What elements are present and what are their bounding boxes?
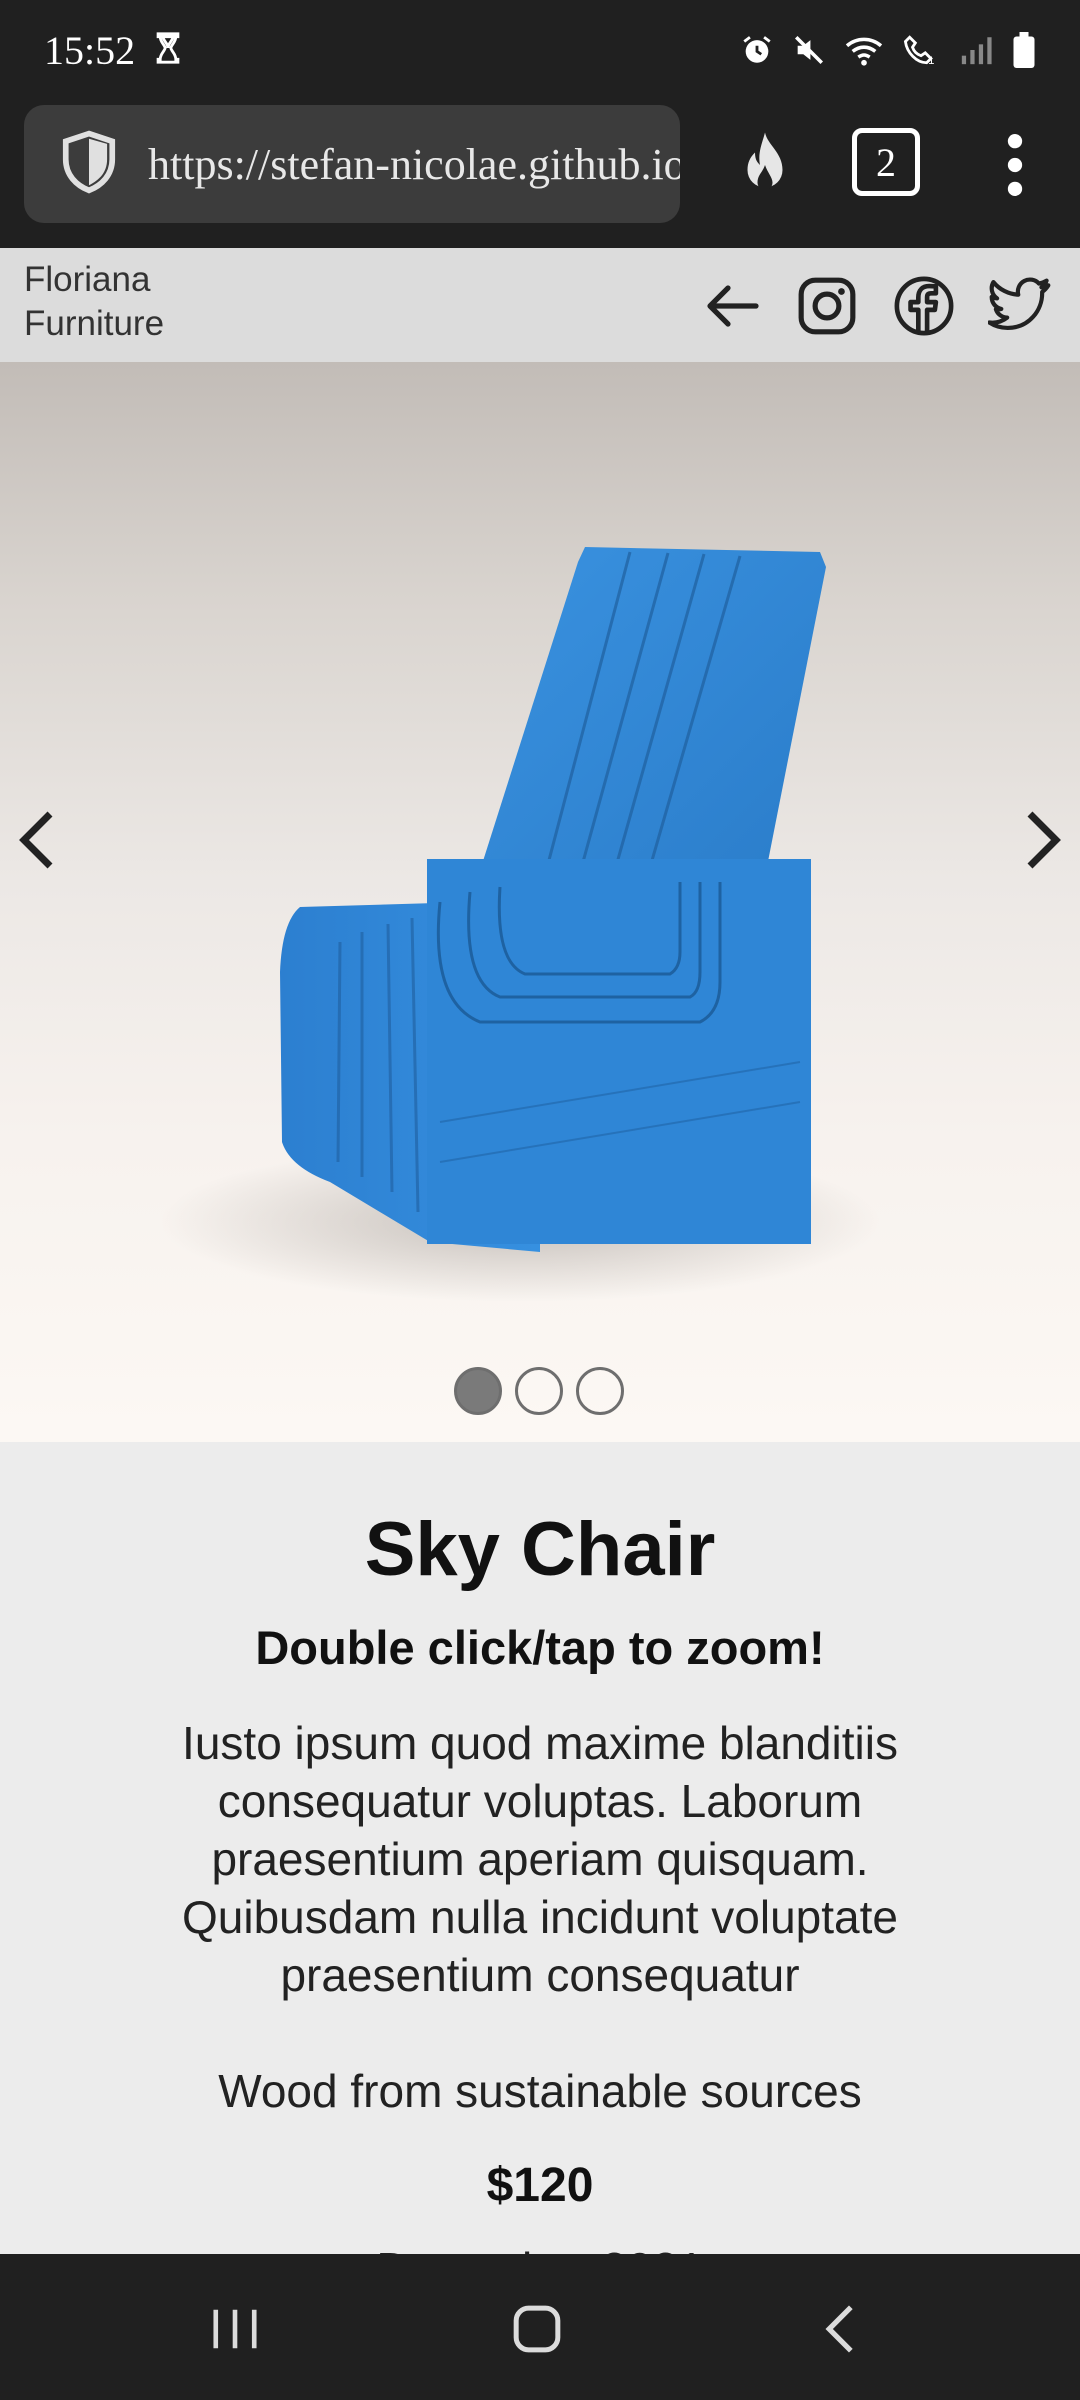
status-right: 1 [740, 32, 1036, 68]
carousel-next-button[interactable] [1014, 802, 1074, 882]
site-header: Floriana Furniture [0, 248, 1080, 362]
chair-backrest [470, 547, 826, 902]
chevron-right-icon[interactable] [1024, 808, 1064, 877]
url-text[interactable]: https://stefan-nicolae.github.io [148, 139, 680, 190]
brand-line-2: Furniture [24, 304, 165, 343]
system-nav-bar [0, 2254, 1080, 2400]
product-material: Wood from sustainable sources [218, 2065, 862, 2117]
hourglass-icon [151, 31, 185, 70]
facebook-icon[interactable] [890, 272, 958, 340]
status-left: 15:52 [44, 27, 185, 74]
url-bar[interactable]: https://stefan-nicolae.github.io [24, 105, 680, 223]
product-description: Iusto ipsum quod maxime blanditiis conse… [181, 1717, 898, 2001]
product-title: Sky Chair [364, 1507, 716, 1592]
product-price: $120 [486, 2159, 594, 2212]
brand-line-1: Floriana [24, 260, 151, 299]
status-bar: 15:52 1 [0, 0, 1080, 100]
alarm-icon [740, 33, 774, 67]
carousel-dot-2[interactable] [515, 1367, 563, 1415]
brand-logo[interactable]: Floriana Furniture [24, 258, 164, 346]
call-icon: 1 [902, 33, 940, 67]
fire-icon[interactable] [720, 120, 810, 210]
carousel-dot-3[interactable] [576, 1367, 624, 1415]
tab-count: 2 [876, 139, 896, 185]
carousel-dot-1[interactable] [454, 1367, 502, 1415]
status-time: 15:52 [44, 27, 136, 73]
zoom-hint: Double click/tap to zoom! [255, 1621, 825, 1674]
recent-apps-icon[interactable] [195, 2294, 275, 2364]
shield-icon[interactable] [58, 128, 120, 201]
browser-toolbar: https://stefan-nicolae.github.io 2 [0, 100, 1080, 248]
back-icon[interactable] [800, 2294, 880, 2364]
screen: 15:52 1 https://stefan-nicolae.github.io… [0, 0, 1080, 2400]
product-image[interactable] [0, 362, 1080, 1442]
signal-icon [958, 33, 994, 67]
back-arrow-icon[interactable] [698, 272, 766, 340]
twitter-icon[interactable] [986, 272, 1054, 340]
chevron-left-icon[interactable] [16, 808, 56, 877]
wifi-icon [844, 33, 884, 67]
carousel-indicators [454, 1367, 624, 1415]
mute-icon [792, 33, 826, 67]
tabs-icon[interactable]: 2 [852, 128, 920, 196]
battery-icon [1012, 32, 1036, 68]
more-vertical-icon[interactable] [990, 120, 1040, 210]
chair-seat-front [427, 859, 811, 1244]
product-carousel[interactable] [0, 362, 1080, 1442]
home-icon[interactable] [497, 2294, 577, 2364]
product-info: Sky Chair Double click/tap to zoom! Iust… [0, 1442, 1080, 2295]
carousel-prev-button[interactable] [6, 802, 66, 882]
instagram-icon[interactable] [793, 272, 861, 340]
svg-text:1: 1 [928, 55, 934, 67]
